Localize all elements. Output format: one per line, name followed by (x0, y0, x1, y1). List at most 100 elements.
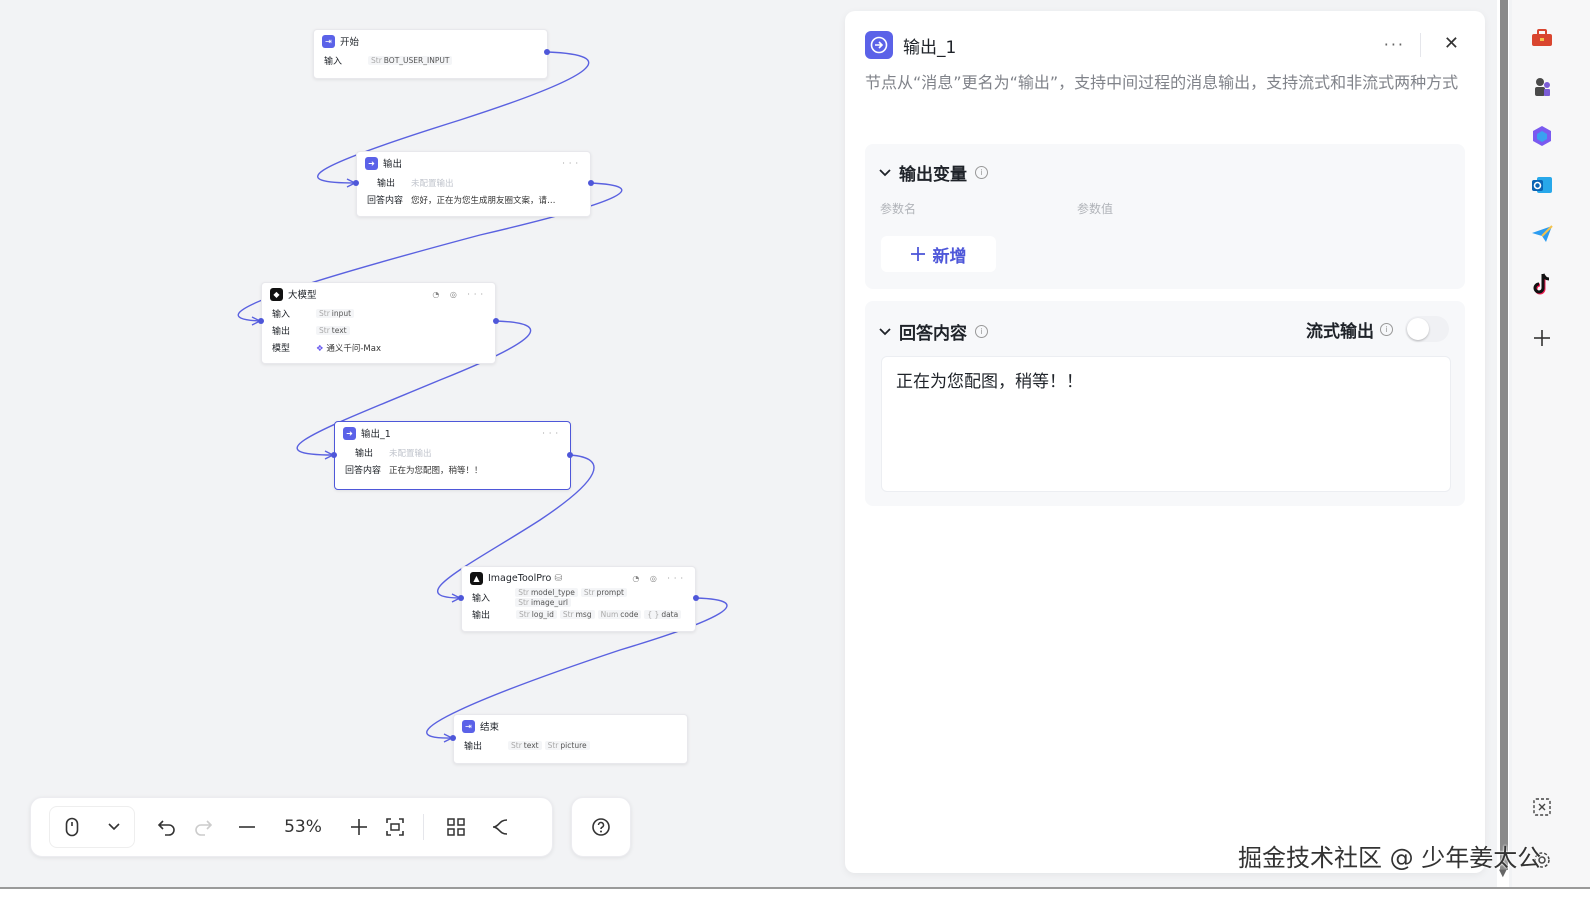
outlook-icon[interactable] (1530, 173, 1554, 197)
answer-content-editor[interactable]: 正在为您配图，稍等！！ (881, 356, 1451, 492)
output-node-icon: ➜ (343, 426, 356, 440)
tag-list: Str log_id Str msg Num code{ } data (516, 609, 684, 620)
var-tag: Str text (508, 740, 542, 750)
toolbar-divider (423, 814, 424, 840)
input-port[interactable] (353, 180, 359, 186)
help-button[interactable] (571, 797, 631, 857)
row-key: 回答内容 (345, 466, 382, 476)
grid-layout-icon (447, 818, 465, 836)
window-bottom-band (0, 889, 1590, 903)
row-key: 输出 (272, 327, 291, 337)
node-title: 输出 (383, 159, 403, 170)
node-llm[interactable]: ◆ 大模型 ◔ ◎ ··· 输入 Str input 输出 Str text 模型 … (261, 282, 496, 364)
input-port[interactable] (331, 452, 337, 458)
section-title: 回答内容 (899, 324, 967, 344)
output-port[interactable] (493, 318, 499, 324)
var-tag: Str picture (544, 740, 590, 750)
node-start[interactable]: ⇥ 开始 输入 Str BOT_USER_INPUT (313, 29, 548, 79)
browser-sidebar (1512, 0, 1590, 903)
output-port[interactable] (588, 180, 594, 186)
line-style-button[interactable] (482, 809, 518, 845)
panel-header: 输出_1 (865, 31, 956, 59)
scrollbar-thumb[interactable] (1500, 0, 1508, 870)
zoom-level[interactable]: 53% (273, 817, 333, 837)
chess-icon[interactable] (1530, 75, 1554, 99)
info-icon: i (975, 325, 988, 338)
stream-output-label: 流式输出 i (1306, 317, 1393, 342)
mouse-icon (65, 817, 78, 837)
layout-button[interactable] (438, 809, 474, 845)
redo-button[interactable] (185, 809, 221, 845)
output-port[interactable] (567, 452, 573, 458)
undo-button[interactable] (149, 809, 185, 845)
var-tag: { } data (644, 609, 682, 619)
zoom-out-button[interactable] (229, 809, 265, 845)
row-value: 您好，正在为您生成朋友圈文案，请… (411, 195, 556, 206)
node-imagetoolpro[interactable]: ▲ ImageToolPro ⛁ ◔ ◎ ··· 输入 Str model_typ… (461, 566, 696, 632)
node-title: 输出_1 (361, 429, 391, 440)
row-key: 输入 (324, 57, 343, 67)
chevron-down-icon (107, 823, 120, 831)
row-key: 输出 (464, 742, 483, 752)
header-divider (1420, 33, 1421, 57)
screenshot-icon[interactable] (1530, 795, 1554, 819)
more-options-icon[interactable]: ··· (1384, 35, 1405, 54)
var-tag: Str text (316, 326, 350, 335)
node-tools-icons[interactable]: ◔ ◎ ··· (632, 574, 687, 583)
row-key: 输入 (272, 310, 291, 320)
input-port[interactable] (450, 735, 456, 741)
var-tag: Str log_id (516, 609, 557, 619)
model-value: ❖ 通义千问-Max (316, 343, 381, 354)
fit-view-button[interactable] (377, 809, 413, 845)
var-tag: Str model_type (515, 587, 578, 597)
end-icon: ⇥ (462, 719, 475, 733)
curve-line-icon (492, 819, 508, 835)
section-header[interactable]: 回答内容 i (879, 319, 988, 344)
tag-list: Str model_type Str prompt Str image_url (515, 587, 685, 608)
output-port[interactable] (693, 595, 699, 601)
info-icon: i (975, 166, 988, 179)
tiktok-icon[interactable] (1530, 272, 1554, 296)
col-header-value: 参数值 (1077, 202, 1114, 216)
input-port[interactable] (258, 318, 264, 324)
node-description: 节点从“消息”更名为“输出”，支持中间过程的消息输出，支持流式和非流式两种方式 (865, 73, 1459, 92)
model-icon: ❖ (316, 343, 324, 354)
var-tag: Str input (316, 309, 355, 318)
redo-icon (195, 820, 213, 836)
section-title: 输出变量 (899, 165, 967, 185)
zoom-in-button[interactable] (341, 809, 377, 845)
node-output-1[interactable]: ➜ 输出_1 ··· 输出 未配置输出 回答内容 正在为您配图，稍等！！ (334, 421, 571, 490)
output-node-icon (865, 31, 893, 59)
row-key: 输入 (472, 594, 491, 604)
pointer-mode-select[interactable] (49, 806, 135, 848)
node-properties-panel: 输出_1 ··· ✕ 节点从“消息”更名为“输出”，支持中间过程的消息输出，支持… (845, 11, 1485, 873)
output-port[interactable] (544, 49, 550, 55)
input-port[interactable] (458, 595, 464, 601)
minus-icon (239, 826, 255, 828)
row-placeholder: 未配置输出 (389, 448, 432, 459)
close-icon[interactable]: ✕ (1444, 33, 1459, 54)
row-key: 输出 (472, 611, 491, 621)
toolbox-icon[interactable] (1530, 26, 1554, 50)
chevron-down-icon (879, 168, 891, 176)
answer-text[interactable]: 正在为您配图，稍等！！ (896, 367, 1083, 392)
row-value: 正在为您配图，稍等！！ (389, 465, 483, 476)
more-icon[interactable]: ··· (542, 429, 562, 438)
node-end[interactable]: ⇥ 结束 输出 Str text Str picture (453, 714, 688, 764)
more-icon[interactable]: ··· (562, 159, 582, 168)
panel-title[interactable]: 输出_1 (903, 33, 956, 58)
add-icon[interactable] (1530, 326, 1554, 350)
workflow-canvas[interactable]: ⇥ 开始 输入 Str BOT_USER_INPUT ➜ 输出 ··· 输出 未配… (0, 0, 845, 903)
add-variable-button[interactable]: 新增 (881, 236, 996, 272)
node-tools-icons[interactable]: ◔ ◎ ··· (432, 290, 487, 299)
chevron-down-icon (879, 327, 891, 335)
imagetool-icon: ▲ (470, 571, 483, 585)
node-output[interactable]: ➜ 输出 ··· 输出 未配置输出 回答内容 您好，正在为您生成朋友圈文案，请… (356, 151, 591, 217)
section-header[interactable]: 输出变量 i (879, 160, 988, 185)
copilot-icon[interactable] (1530, 124, 1554, 148)
plus-icon (910, 247, 925, 261)
row-key: 输出 (376, 179, 395, 189)
send-icon[interactable] (1530, 222, 1554, 246)
fit-view-icon (386, 818, 404, 836)
stream-output-toggle[interactable] (1405, 316, 1449, 342)
